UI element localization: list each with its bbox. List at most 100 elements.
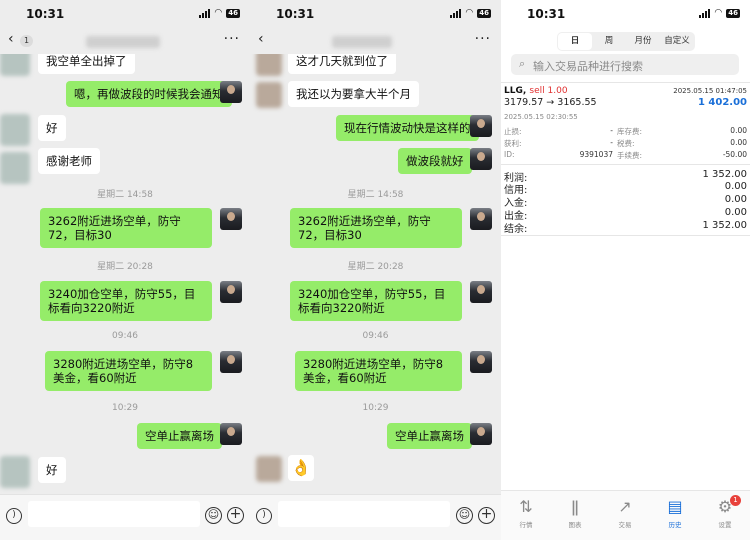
order-prices: 3179.57 → 3165.55: [504, 97, 597, 108]
message-incoming: 好: [38, 115, 66, 141]
chat-header: ‹ 1 ···: [0, 30, 250, 54]
symbol-search-input[interactable]: ⌕ 输入交易品种进行搜索: [511, 54, 739, 75]
id-value: 9391037: [579, 150, 613, 159]
tax-label: 税费:: [617, 139, 635, 148]
trade-icon: ↗: [618, 497, 632, 516]
back-icon[interactable]: ‹: [258, 31, 264, 47]
swap-value: 0.00: [730, 126, 747, 135]
timestamp: 星期二 20:28: [97, 262, 153, 272]
my-avatar[interactable]: [220, 208, 242, 230]
status-time: 10:31: [527, 7, 566, 21]
wifi-icon: ◠: [465, 8, 474, 18]
segment-custom[interactable]: 自定义: [660, 33, 694, 50]
summary-balance-value: 1 352.00: [702, 220, 747, 231]
my-avatar[interactable]: [470, 115, 492, 137]
tab-quotes[interactable]: ⇅ 行情: [506, 497, 546, 529]
divider: [501, 82, 750, 83]
chat-header: ‹ ···: [250, 30, 501, 54]
signal-icon: [199, 9, 211, 18]
swap-label: 库存费:: [617, 127, 643, 136]
voice-icon[interactable]: ): [6, 508, 22, 524]
timestamp: 星期二 14:58: [97, 190, 153, 200]
trading-history-panel: 10:31 ◠ 46 日 周 月份 自定义 ⌕ 输入交易品种进行搜索 LLG, …: [501, 0, 750, 540]
signal-icon: [450, 9, 462, 18]
my-avatar[interactable]: [220, 351, 242, 373]
back-icon[interactable]: ‹: [8, 31, 14, 47]
screen-root: 10:31 ◠ 46 ‹ 1 ··· 我空单全出掉了 嗯，再做波段的时候我会通知…: [0, 0, 750, 540]
timestamp: 10:29: [112, 403, 138, 413]
settings-badge: 1: [730, 495, 741, 506]
my-avatar[interactable]: [220, 81, 242, 103]
message-incoming: 好: [38, 457, 66, 483]
status-bar: 10:31 ◠ 46: [501, 0, 750, 30]
message-outgoing: 3262附近进场空单，防守72，目标30: [40, 208, 212, 248]
contact-avatar[interactable]: [256, 82, 282, 108]
tab-settings[interactable]: ⚙ 1 设置: [705, 495, 745, 529]
sl-value: -: [610, 126, 613, 135]
battery-icon: 46: [477, 9, 491, 18]
my-avatar[interactable]: [220, 423, 242, 445]
message-outgoing: 3280附近进场空单，防守8美金，看60附近: [295, 351, 462, 391]
ok-hand-emoji-message: 👌: [288, 455, 314, 481]
order-symbol: LLG,: [504, 86, 527, 96]
segment-week[interactable]: 周: [592, 33, 626, 50]
message-outgoing: 3240加仓空单，防守55，目标看向3220附近: [290, 281, 462, 321]
tab-chart[interactable]: ǁ 图表: [555, 497, 595, 529]
summary-credit-value: 0.00: [724, 181, 747, 192]
my-avatar[interactable]: [470, 423, 492, 445]
contact-avatar[interactable]: [0, 152, 30, 184]
segment-month[interactable]: 月份: [626, 33, 660, 50]
status-time: 10:31: [26, 7, 65, 21]
summary-withdraw-value: 0.00: [724, 207, 747, 218]
message-input[interactable]: [28, 501, 200, 527]
contact-avatar[interactable]: [256, 456, 282, 482]
divider: [501, 164, 750, 165]
message-outgoing: 嗯，再做波段的时候我会通知: [66, 81, 232, 107]
chat-panel-left: 10:31 ◠ 46 ‹ 1 ··· 我空单全出掉了 嗯，再做波段的时候我会通知…: [0, 0, 250, 540]
my-avatar[interactable]: [470, 208, 492, 230]
id-label: ID:: [504, 150, 515, 159]
voice-icon[interactable]: ): [256, 508, 272, 524]
tp-value: -: [610, 138, 613, 147]
chat-panel-middle: 10:31 ◠ 46 ‹ ··· 这才几天就到位了 我还以为要拿大半个月 现在行…: [250, 0, 501, 540]
tax-value: 0.00: [730, 138, 747, 147]
order-side: sell 1.00: [529, 86, 568, 96]
wifi-icon: ◠: [714, 8, 723, 18]
tab-trade[interactable]: ↗ 交易: [605, 497, 645, 529]
status-bar: 10:31 ◠ 46: [0, 0, 250, 30]
battery-icon: 46: [226, 9, 240, 18]
contact-avatar[interactable]: [0, 456, 30, 488]
message-input[interactable]: [278, 501, 450, 527]
battery-icon: 46: [726, 9, 740, 18]
segment-day[interactable]: 日: [558, 33, 592, 50]
quotes-icon: ⇅: [519, 497, 533, 516]
tp-label: 获利:: [504, 139, 522, 148]
message-incoming: 我还以为要拿大半个月: [288, 81, 419, 107]
emoji-icon[interactable]: ☺: [456, 507, 473, 524]
timestamp: 09:46: [112, 331, 138, 341]
tab-history[interactable]: ▤ 历史: [655, 497, 695, 529]
more-icon[interactable]: ···: [224, 31, 240, 47]
chat-input-bar: ) ☺ +: [250, 494, 501, 540]
summary-profit-value: 1 352.00: [702, 169, 747, 180]
chat-input-bar: ) ☺ +: [0, 494, 250, 540]
timestamp: 10:29: [362, 403, 389, 413]
emoji-icon[interactable]: ☺: [205, 507, 222, 524]
wifi-icon: ◠: [214, 8, 223, 18]
more-icon[interactable]: ···: [475, 31, 491, 47]
plus-icon[interactable]: +: [478, 507, 495, 524]
message-outgoing: 空单止赢离场: [387, 423, 472, 449]
contact-avatar[interactable]: [0, 114, 30, 146]
plus-icon[interactable]: +: [227, 507, 244, 524]
sl-label: 止损:: [504, 127, 522, 136]
my-avatar[interactable]: [470, 281, 492, 303]
message-outgoing: 3262附近进场空单，防守72，目标30: [290, 208, 462, 248]
status-bar: 10:31 ◠ 46: [250, 0, 501, 30]
contact-name-blurred: [86, 36, 160, 48]
my-avatar[interactable]: [470, 351, 492, 373]
order-open-time: 2025.05.15 02:30:55: [504, 113, 578, 121]
my-avatar[interactable]: [220, 281, 242, 303]
bottom-tab-bar: ⇅ 行情 ǁ 图表 ↗ 交易 ▤ 历史 ⚙ 1 设置: [501, 490, 750, 540]
my-avatar[interactable]: [470, 148, 492, 170]
order-close-time: 2025.05.15 01:47:05: [673, 87, 747, 95]
